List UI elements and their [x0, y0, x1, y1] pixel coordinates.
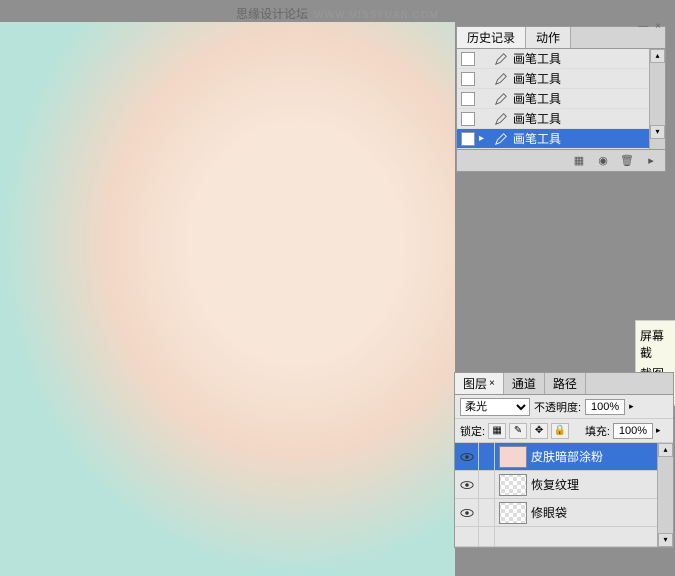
create-document-icon[interactable]: ▦ [571, 153, 587, 169]
brush-icon [493, 132, 509, 146]
lock-label: 锁定: [460, 423, 485, 439]
lock-paint-icon[interactable]: ✎ [509, 423, 527, 439]
history-item[interactable]: 画笔工具 [457, 109, 649, 129]
create-snapshot-icon[interactable]: ◉ [595, 153, 611, 169]
scroll-up-icon[interactable]: ▴ [650, 49, 665, 63]
image-content [0, 22, 455, 576]
history-item-label: 画笔工具 [513, 50, 561, 67]
history-item-label: 画笔工具 [513, 70, 561, 87]
layers-panel: 图层× 通道 路径 柔光 不透明度: ▸ 锁定: ▦ ✎ ✥ 🔒 填充: ▸ 皮… [454, 372, 674, 548]
tab-channels[interactable]: 通道 [504, 373, 545, 394]
layers-scrollbar[interactable]: ▴ ▾ [657, 443, 673, 547]
eye-icon [460, 508, 474, 518]
layer-name[interactable]: 修眼袋 [531, 504, 567, 521]
history-item[interactable]: 画笔工具 [457, 89, 649, 109]
watermark: 思缘设计论坛WWW.MISSYUAN.COM [0, 5, 675, 22]
history-snapshot-checkbox[interactable] [461, 132, 475, 146]
layer-link-area[interactable] [479, 471, 495, 498]
fill-label: 填充: [585, 423, 610, 439]
layers-list: 皮肤暗部涂粉 恢复纹理 修眼袋 [455, 443, 657, 547]
tab-layers[interactable]: 图层× [455, 373, 504, 394]
layer-thumbnail[interactable] [499, 502, 527, 524]
layer-link-area[interactable] [479, 499, 495, 526]
history-item[interactable]: 画笔工具 [457, 69, 649, 89]
lock-transparency-icon[interactable]: ▦ [488, 423, 506, 439]
history-scrollbar[interactable]: ▴ ▾ [649, 49, 665, 149]
layer-item[interactable] [455, 527, 657, 547]
panel-close[interactable]: × [655, 21, 661, 32]
blend-mode-select[interactable]: 柔光 [460, 398, 530, 416]
history-snapshot-checkbox[interactable] [461, 112, 475, 126]
history-snapshot-checkbox[interactable] [461, 72, 475, 86]
history-snapshot-checkbox[interactable] [461, 92, 475, 106]
brush-icon [493, 52, 509, 66]
panel-minimize[interactable]: — [638, 21, 648, 32]
layer-name[interactable]: 皮肤暗部涂粉 [531, 448, 603, 465]
layer-visibility-toggle[interactable] [455, 443, 479, 470]
brush-icon [493, 72, 509, 86]
history-item-label: 画笔工具 [513, 90, 561, 107]
opacity-arrow-icon[interactable]: ▸ [629, 401, 641, 412]
scroll-up-icon[interactable]: ▴ [658, 443, 673, 457]
history-panel: — × 历史记录 动作 画笔工具 画笔工具 画笔工具 [456, 26, 666, 172]
tab-actions[interactable]: 动作 [526, 27, 571, 48]
lock-position-icon[interactable]: ✥ [530, 423, 548, 439]
layer-link-area[interactable] [479, 443, 495, 470]
eye-icon [460, 480, 474, 490]
layer-item[interactable]: 皮肤暗部涂粉 [455, 443, 657, 471]
delete-icon[interactable]: 🗑 [619, 153, 635, 169]
scroll-down-icon[interactable]: ▾ [650, 125, 665, 139]
history-item-label: 画笔工具 [513, 130, 561, 147]
layer-link-area[interactable] [479, 527, 495, 546]
layer-visibility-toggle[interactable] [455, 527, 479, 546]
tab-history[interactable]: 历史记录 [457, 27, 526, 48]
layer-thumbnail[interactable] [499, 446, 527, 468]
layer-item[interactable]: 恢复纹理 [455, 471, 657, 499]
layer-thumbnail[interactable] [499, 474, 527, 496]
opacity-label: 不透明度: [534, 399, 581, 415]
history-item[interactable]: 画笔工具 [457, 49, 649, 69]
eye-icon [460, 452, 474, 462]
fill-arrow-icon[interactable]: ▸ [656, 425, 668, 436]
layer-name[interactable]: 恢复纹理 [531, 476, 579, 493]
layer-visibility-toggle[interactable] [455, 499, 479, 526]
tab-paths[interactable]: 路径 [545, 373, 586, 394]
canvas-area[interactable] [0, 22, 455, 576]
layer-item[interactable]: 修眼袋 [455, 499, 657, 527]
history-snapshot-checkbox[interactable] [461, 52, 475, 66]
scroll-down-icon[interactable]: ▾ [658, 533, 673, 547]
history-marker: ▸ [479, 133, 491, 144]
history-list: 画笔工具 画笔工具 画笔工具 画笔工具 ▸ [457, 49, 649, 149]
fill-input[interactable] [613, 423, 653, 439]
history-item-label: 画笔工具 [513, 110, 561, 127]
brush-icon [493, 92, 509, 106]
opacity-input[interactable] [585, 399, 625, 415]
panel-menu-icon[interactable]: ▸ [643, 153, 659, 169]
layer-visibility-toggle[interactable] [455, 471, 479, 498]
brush-icon [493, 112, 509, 126]
lock-all-icon[interactable]: 🔒 [551, 423, 569, 439]
history-item[interactable]: ▸ 画笔工具 [457, 129, 649, 149]
